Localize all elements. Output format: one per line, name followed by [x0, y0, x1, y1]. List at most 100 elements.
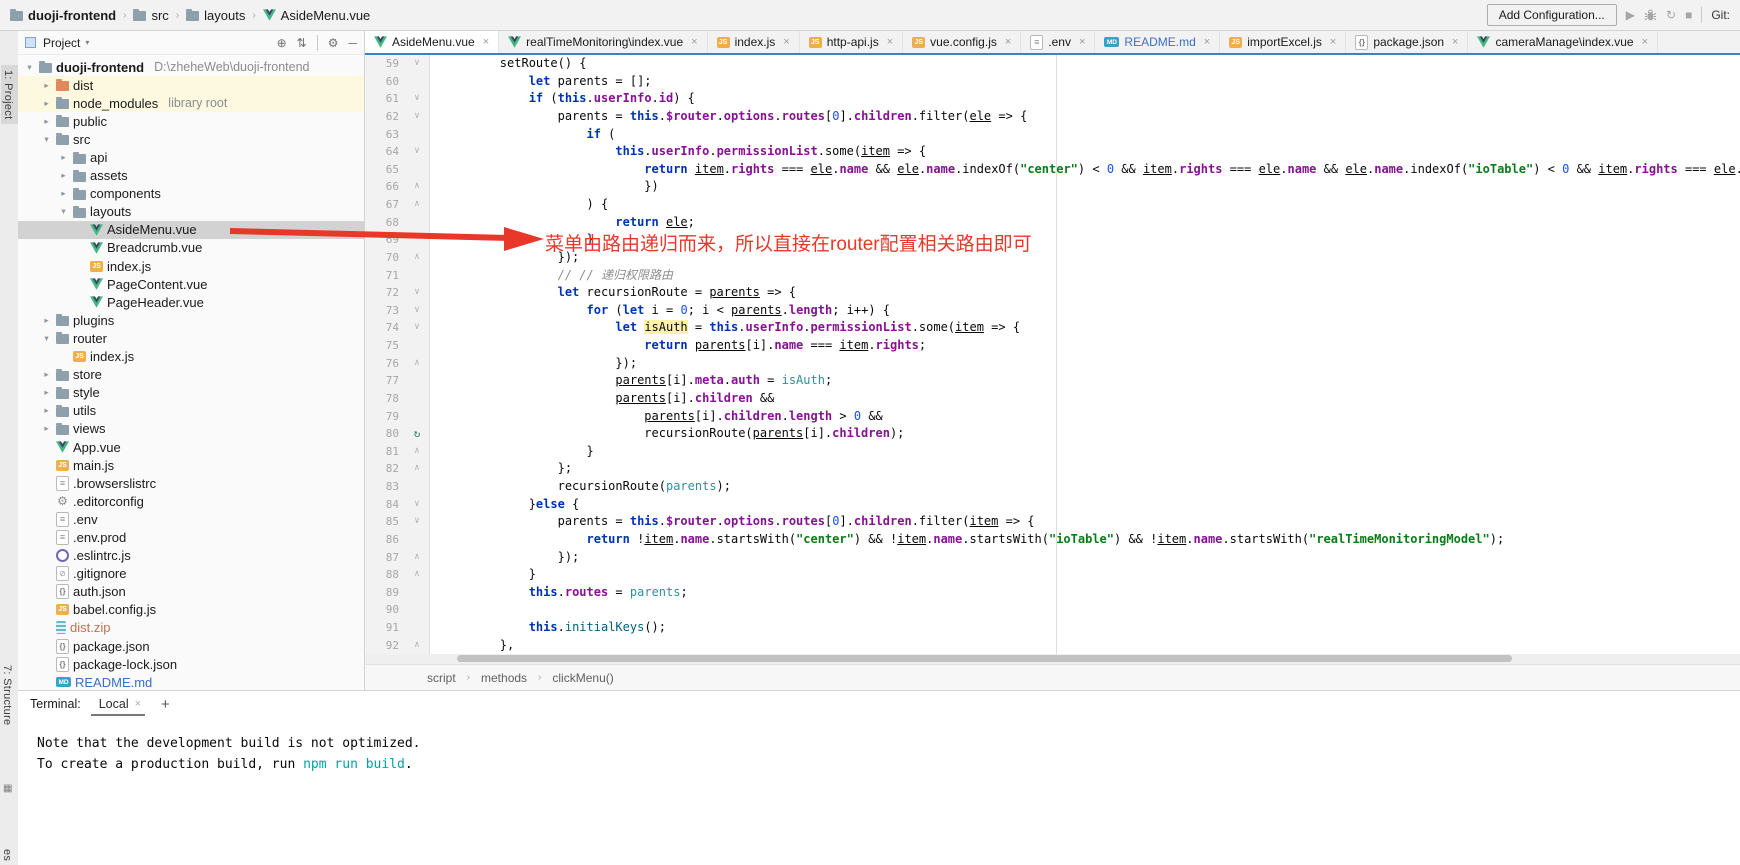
- code-line[interactable]: 69 }: [365, 231, 1740, 249]
- fold-icon[interactable]: ∨: [405, 319, 430, 337]
- tree-item-utils[interactable]: ▸utils: [18, 402, 364, 420]
- code-line[interactable]: 64∨ this.userInfo.permissionList.some(it…: [365, 143, 1740, 161]
- favorites-tool-button[interactable]: es: [1, 849, 13, 861]
- tree-item-dist.zip[interactable]: dist.zip: [18, 619, 364, 637]
- close-icon[interactable]: ×: [483, 36, 489, 48]
- tab-index.js[interactable]: JSindex.js×: [708, 31, 800, 53]
- tree-item-.editorconfig[interactable]: ⚙.editorconfig: [18, 492, 364, 510]
- close-icon[interactable]: ×: [1204, 36, 1210, 48]
- fold-icon[interactable]: ∧: [405, 566, 430, 584]
- tab-realTimeMonitoring\index.vue[interactable]: realTimeMonitoring\index.vue×: [499, 31, 707, 53]
- code-line[interactable]: 77 parents[i].meta.auth = isAuth;: [365, 372, 1740, 390]
- chevron-icon[interactable]: ▸: [41, 80, 52, 91]
- tree-item-Breadcrumb.vue[interactable]: Breadcrumb.vue: [18, 239, 364, 257]
- code-line[interactable]: 62∨ parents = this.$router.options.route…: [365, 108, 1740, 126]
- tree-item-main.js[interactable]: JSmain.js: [18, 456, 364, 474]
- chevron-icon[interactable]: ▸: [41, 423, 52, 434]
- close-icon[interactable]: ×: [1452, 36, 1458, 48]
- tree-item-plugins[interactable]: ▸plugins: [18, 311, 364, 329]
- tab-AsideMenu.vue[interactable]: AsideMenu.vue×: [365, 31, 499, 53]
- code-line[interactable]: 88∧ }: [365, 566, 1740, 584]
- tree-item-.gitignore[interactable]: ⊘.gitignore: [18, 565, 364, 583]
- tree-item-node_modules[interactable]: ▸node_moduleslibrary root: [18, 94, 364, 112]
- chevron-icon[interactable]: ▸: [58, 152, 69, 163]
- tree-item-src[interactable]: ▾src: [18, 130, 364, 148]
- run-icon[interactable]: ▶: [1626, 8, 1635, 22]
- code-line[interactable]: 79 parents[i].children.length > 0 &&: [365, 408, 1740, 426]
- tree-item-store[interactable]: ▸store: [18, 366, 364, 384]
- hide-panel-icon[interactable]: ─: [348, 36, 357, 50]
- breadcrumb-script[interactable]: script: [427, 671, 456, 685]
- tree-item-AsideMenu.vue[interactable]: AsideMenu.vue: [18, 221, 364, 239]
- code-line[interactable]: 70∧ });: [365, 249, 1740, 267]
- tree-item-.env.prod[interactable]: ≡.env.prod: [18, 528, 364, 546]
- code-area[interactable]: 59∨ setRoute() {60 let parents = [];61∨ …: [365, 55, 1740, 654]
- tree-item-package-lock.json[interactable]: {}package-lock.json: [18, 655, 364, 673]
- code-line[interactable]: 85∨ parents = this.$router.options.route…: [365, 513, 1740, 531]
- code-line[interactable]: 81∧ }: [365, 443, 1740, 461]
- fold-icon[interactable]: ∨: [405, 108, 430, 126]
- add-configuration-button[interactable]: Add Configuration...: [1487, 4, 1617, 26]
- code-line[interactable]: 65 return item.rights === ele.name && el…: [365, 161, 1740, 179]
- chevron-icon[interactable]: ▸: [41, 387, 52, 398]
- tree-item-duoji-frontend[interactable]: ▾duoji-frontendD:\zheheWeb\duoji-fronten…: [18, 58, 364, 76]
- tree-item-views[interactable]: ▸views: [18, 420, 364, 438]
- code-line[interactable]: 68 return ele;: [365, 214, 1740, 232]
- close-icon[interactable]: ×: [887, 36, 893, 48]
- close-icon[interactable]: ×: [135, 698, 141, 710]
- chevron-icon[interactable]: ▸: [41, 116, 52, 127]
- tab-package.json[interactable]: {}package.json×: [1346, 31, 1468, 53]
- rerun-icon[interactable]: ↻: [1666, 8, 1676, 22]
- code-line[interactable]: 59∨ setRoute() {: [365, 55, 1740, 73]
- chevron-icon[interactable]: ▸: [41, 98, 52, 109]
- close-icon[interactable]: ×: [1642, 36, 1648, 48]
- tree-item-style[interactable]: ▸style: [18, 384, 364, 402]
- tree-item-auth.json[interactable]: {}auth.json: [18, 583, 364, 601]
- scrollbar-thumb[interactable]: [457, 655, 1512, 662]
- code-line[interactable]: 87∧ });: [365, 549, 1740, 567]
- tree-item-components[interactable]: ▸components: [18, 185, 364, 203]
- fold-icon[interactable]: ∧: [405, 549, 430, 567]
- breadcrumb-methods[interactable]: methods: [481, 671, 527, 685]
- tree-item-public[interactable]: ▸public: [18, 112, 364, 130]
- tree-item-README.md[interactable]: MDREADME.md: [18, 673, 364, 690]
- code-line[interactable]: 86 return !item.name.startsWith("center"…: [365, 531, 1740, 549]
- code-line[interactable]: 72∨ let recursionRoute = parents => {: [365, 284, 1740, 302]
- fold-icon[interactable]: ∨: [405, 90, 430, 108]
- git-label[interactable]: Git:: [1711, 8, 1730, 22]
- tree-item-dist[interactable]: ▸dist: [18, 76, 364, 94]
- tab-README.md[interactable]: MDREADME.md×: [1095, 31, 1220, 53]
- code-line[interactable]: 76∧ });: [365, 355, 1740, 373]
- fold-icon[interactable]: ∧: [405, 460, 430, 478]
- code-line[interactable]: 84∨ }else {: [365, 496, 1740, 514]
- code-line[interactable]: 83 recursionRoute(parents);: [365, 478, 1740, 496]
- debug-icon[interactable]: [1644, 9, 1657, 22]
- code-line[interactable]: 90: [365, 601, 1740, 619]
- chevron-icon[interactable]: ▾: [41, 333, 52, 344]
- chevron-down-icon[interactable]: ▾: [85, 38, 89, 47]
- code-line[interactable]: 63 if (: [365, 126, 1740, 144]
- recursion-icon[interactable]: ↻: [405, 425, 430, 443]
- code-line[interactable]: 67∧ ) {: [365, 196, 1740, 214]
- close-icon[interactable]: ×: [1330, 36, 1336, 48]
- gear-icon[interactable]: ⚙: [328, 36, 339, 50]
- breadcrumb-clickMenu()[interactable]: clickMenu(): [552, 671, 613, 685]
- project-panel-title[interactable]: Project: [43, 36, 80, 50]
- tree-item-.eslintrc.js[interactable]: .eslintrc.js: [18, 547, 364, 565]
- tab-vue.config.js[interactable]: JSvue.config.js×: [903, 31, 1021, 53]
- close-icon[interactable]: ×: [1079, 36, 1085, 48]
- fold-icon[interactable]: ∧: [405, 178, 430, 196]
- close-icon[interactable]: ×: [783, 36, 789, 48]
- chevron-icon[interactable]: ▸: [58, 188, 69, 199]
- code-line[interactable]: 91 this.initialKeys();: [365, 619, 1740, 637]
- tree-item-index.js[interactable]: JSindex.js: [18, 257, 364, 275]
- tree-item-index.js[interactable]: JSindex.js: [18, 348, 364, 366]
- build-tool-icon[interactable]: ▦: [3, 783, 12, 794]
- fold-icon[interactable]: ∨: [405, 143, 430, 161]
- titlebar-crumb-layouts[interactable]: layouts: [186, 8, 245, 23]
- close-icon[interactable]: ×: [1005, 36, 1011, 48]
- fold-icon[interactable]: ∧: [405, 443, 430, 461]
- terminal-tab-Local[interactable]: Local×: [97, 693, 143, 715]
- structure-tool-button[interactable]: 7: Structure: [1, 665, 13, 725]
- code-line[interactable]: 89 this.routes = parents;: [365, 584, 1740, 602]
